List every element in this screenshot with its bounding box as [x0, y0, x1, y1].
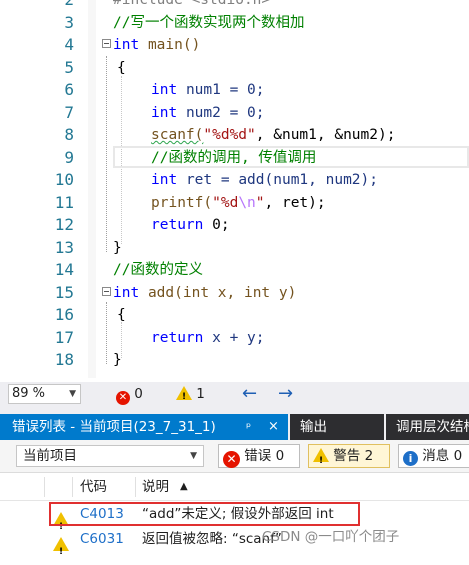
error-list-header: 代码 说明 ▲ [0, 474, 469, 501]
line-number: 15 [54, 282, 74, 302]
code-text: int num1 = 0; [151, 82, 265, 98]
code-line: 14 //函数的定义 [0, 259, 469, 282]
messages-filter-button[interactable]: i 消息 0 [398, 444, 469, 468]
sort-ascending-icon: ▲ [180, 481, 188, 492]
code-text: int add(int x, int y) [113, 284, 297, 301]
column-header-code[interactable]: 代码 [80, 474, 107, 500]
line-number: 3 [64, 12, 74, 32]
line-number: 4 [64, 35, 74, 54]
code-line: 10 int ret = add(num1, num2); [0, 169, 469, 192]
code-text: printf("%d\n", ret); [151, 194, 326, 211]
column-divider[interactable] [135, 477, 136, 497]
code-text: int num2 = 0; [151, 104, 265, 121]
column-header-description[interactable]: 说明 [142, 474, 169, 500]
code-line: 6 int num1 = 0; [0, 79, 469, 102]
warning-icon [53, 532, 69, 565]
error-count-indicator[interactable]: ✕ 0 [116, 385, 143, 405]
code-text: #include <stdio.h> [113, 0, 271, 8]
code-line: 15 int add(int x, int y) [0, 282, 469, 305]
chevron-down-icon: ▼ [190, 451, 197, 461]
line-number: 8 [64, 125, 74, 144]
code-text: scanf("%d%d", &num1, &num2); [151, 127, 396, 143]
code-text: return 0; [151, 217, 230, 233]
collapse-toggle-icon[interactable] [102, 286, 111, 296]
error-description: 返回值被忽略: “scanf” [142, 531, 282, 547]
line-number: 9 [64, 147, 74, 167]
line-number: 18 [54, 350, 74, 369]
panel-splitter[interactable] [0, 406, 469, 414]
comment-text: //写一个函数实现两个数相加 [113, 14, 305, 31]
code-text: return x + y; [151, 329, 265, 346]
info-icon: i [403, 451, 418, 466]
navigate-back-icon[interactable]: ← [242, 383, 257, 404]
line-number: 16 [54, 305, 74, 324]
close-icon[interactable]: × [268, 414, 279, 440]
tab-error-list[interactable]: 错误列表 - 当前项目(23_7_31_1) ᵖ × [0, 414, 288, 440]
code-text: } [113, 352, 122, 368]
code-line: 9 //函数的调用, 传值调用 [0, 147, 469, 170]
error-list-toolbar: 当前项目 ▼ ✕ 错误 0 警告 2 i 消息 0 [0, 440, 469, 473]
watermark: CSDN @一口吖个团子 [262, 529, 400, 545]
line-number: 12 [54, 215, 74, 234]
navigate-forward-icon[interactable]: → [278, 383, 293, 404]
warning-icon [313, 448, 329, 472]
errors-filter-button[interactable]: ✕ 错误 0 [218, 444, 300, 468]
code-text: } [113, 239, 122, 256]
line-number: 2 [0, 0, 74, 12]
code-text: int main() [113, 37, 201, 53]
tool-window-tabs: 错误列表 - 当前项目(23_7_31_1) ᵖ × 输出 调用层次结构 [0, 414, 469, 440]
code-line: 11 printf("%d\n", ret); [0, 192, 469, 215]
code-line: 2 #include <stdio.h> [0, 0, 469, 12]
column-divider[interactable] [72, 477, 73, 497]
line-number: 13 [54, 237, 74, 257]
tab-call-hierarchy[interactable]: 调用层次结构 [386, 414, 469, 440]
error-icon: ✕ [116, 391, 130, 405]
warnings-filter-button[interactable]: 警告 2 [308, 444, 390, 472]
pin-icon[interactable]: ᵖ [246, 414, 251, 440]
line-number: 14 [54, 260, 74, 279]
tab-output[interactable]: 输出 [290, 414, 384, 440]
line-number: 5 [64, 57, 74, 77]
code-line: 4 int main() [0, 34, 469, 57]
scope-select[interactable]: 当前项目 ▼ [16, 445, 204, 467]
code-line: 3 //写一个函数实现两个数相加 [0, 12, 469, 35]
annotation-highlight-box [49, 502, 360, 526]
code-editor[interactable]: 2 #include <stdio.h> 3 //写一个函数实现两个数相加 4 … [0, 0, 469, 378]
line-number: 17 [54, 327, 74, 347]
zoom-select[interactable]: 89 % ▼ [8, 384, 81, 404]
error-code-link[interactable]: C6031 [80, 526, 124, 552]
line-number: 10 [54, 170, 74, 189]
line-number: 6 [64, 80, 74, 99]
code-text: int ret = add(num1, num2); [151, 172, 378, 188]
editor-status-bar: 89 % ▼ ✕ 0 1 ← → [0, 382, 469, 406]
code-text: { [117, 59, 126, 76]
code-line: 18 } [0, 349, 469, 372]
code-line: 17 return x + y; [0, 327, 469, 350]
column-divider[interactable] [44, 477, 45, 497]
comment-text: //函数的调用, 传值调用 [151, 149, 317, 166]
collapse-toggle-icon[interactable] [102, 39, 111, 48]
chevron-down-icon: ▼ [69, 389, 76, 399]
line-number: 7 [64, 102, 74, 122]
error-icon: ✕ [223, 451, 240, 468]
code-line: 8 scanf("%d%d", &num1, &num2); [0, 124, 469, 147]
code-line: 5 { [0, 57, 469, 80]
comment-text: //函数的定义 [113, 262, 203, 278]
line-number: 11 [54, 192, 74, 212]
code-line: 13 } [0, 237, 469, 260]
code-text: { [117, 307, 126, 323]
code-line: 7 int num2 = 0; [0, 102, 469, 125]
code-line: 12 return 0; [0, 214, 469, 237]
warning-count-indicator[interactable]: 1 [176, 385, 205, 406]
warning-icon [176, 386, 192, 406]
code-line: 16 { [0, 304, 469, 327]
